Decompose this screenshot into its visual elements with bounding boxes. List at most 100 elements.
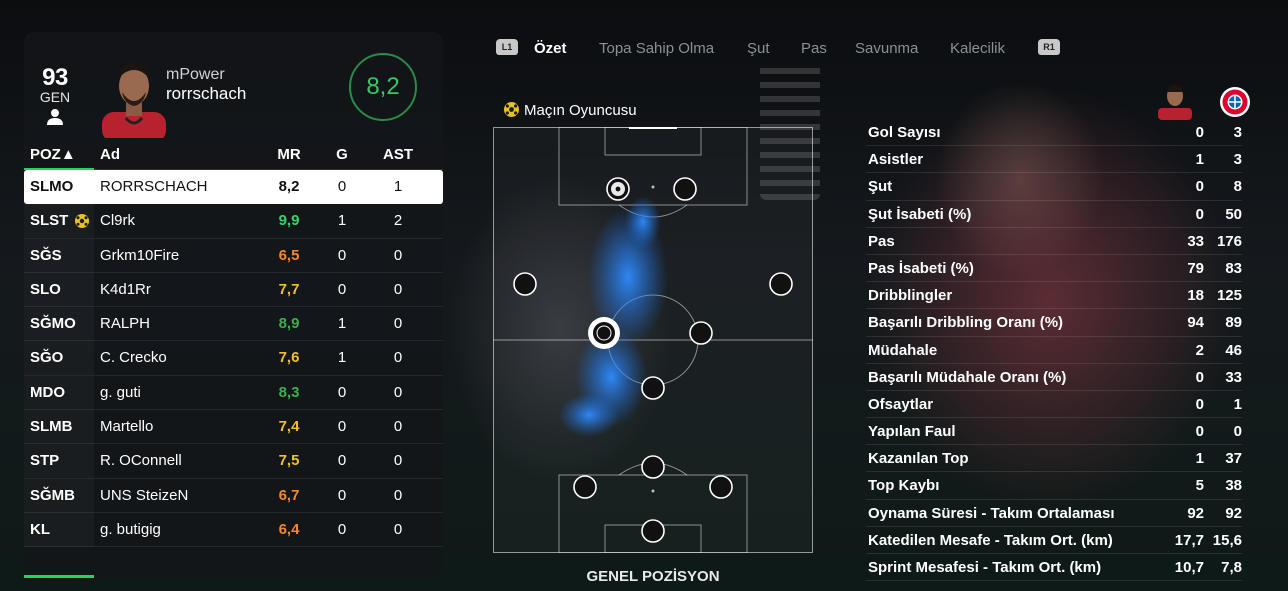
stat-player-value: 92 [1187,504,1204,522]
table-row[interactable]: STP R. OConnell 7,5 0 0 [24,444,443,479]
position-cell: SLMO [30,178,74,195]
stat-label: Şut [868,178,893,196]
match-rating-cell: 7,4 [278,418,300,436]
player-name-cell: RORRSCHACH [100,178,208,195]
player-name-cell: RALPH [100,315,151,333]
stat-team-value: 83 [1225,259,1242,277]
name-column-header[interactable]: Ad [100,142,120,168]
stat-row: Yapılan Faul 0 0 [866,418,1242,446]
player-marker [689,321,713,345]
stat-row: Pas 33 176 [866,228,1242,255]
goals-cell: 0 [337,418,347,436]
goals-cell: 1 [337,349,347,367]
table-row[interactable]: SĞO C. Crecko 7,6 1 0 [24,341,443,376]
match-rating-cell: 6,4 [278,520,300,538]
table-row[interactable]: KL g. butigig 6,4 0 0 [24,513,443,548]
goals-cell: 0 [337,178,347,195]
tab-passing[interactable]: Pas [801,40,827,57]
player-marker [641,519,665,543]
table-row[interactable]: SĞMO RALPH 8,9 1 0 [24,307,443,342]
l1-bumper-icon[interactable]: L1 [496,39,518,55]
motm-ball-icon [75,214,89,229]
stat-team-value: 92 [1225,504,1242,522]
stat-label: Sprint Mesafesi - Takım Ort. (km) [868,559,1102,576]
goals-cell: 0 [337,520,347,538]
table-row[interactable]: SLO K4d1Rr 7,7 0 0 [24,273,443,308]
player-marker [641,455,665,479]
match-rating-value: 8,2 [366,73,400,100]
match-rating-column-header[interactable]: MR [274,142,304,168]
stat-team-value: 46 [1225,341,1242,359]
user-icon [47,109,63,125]
table-row[interactable]: SĞS Grkm10Fire 6,5 0 0 [24,239,443,273]
overall-rating-value: 93 [42,64,68,91]
stat-team-value: 125 [1216,287,1242,305]
tab-shooting[interactable]: Şut [747,40,770,57]
assists-column-header[interactable]: AST [380,142,416,168]
position-cell: SĞMO [30,315,76,333]
match-rating-ring: 8,2 [348,52,418,122]
player-name-cell: C. Crecko [100,349,167,367]
stat-player-value: 0 [1195,395,1204,413]
match-rating-cell: 7,7 [278,280,300,298]
tab-summary[interactable]: Özet [534,40,567,57]
stat-row: Dribblingler 18 125 [866,282,1242,310]
position-cell: SLMB [30,418,73,436]
match-rating-cell: 7,5 [278,452,300,470]
sort-by-position-header[interactable]: POZ▲ [24,142,94,170]
table-row[interactable]: SLST Cl9rk 9,9 1 2 [24,204,443,239]
stat-label: Yapılan Faul [868,423,956,441]
goals-column-header[interactable]: G [332,142,352,168]
stat-label: Gol Sayısı [868,124,941,141]
stat-team-value: 37 [1225,450,1242,468]
stat-row: Başarılı Müdahale Oranı (%) 0 33 [866,364,1242,391]
tab-defending[interactable]: Savunma [855,40,918,57]
player-marker [573,475,597,499]
match-rating-cell: 8,9 [278,315,300,333]
player-name-cell: UNS SteizeN [100,486,189,504]
match-rating-cell: 9,9 [278,212,300,230]
stat-label: Pas [868,232,895,250]
assists-cell: 2 [393,212,403,230]
position-cell: MDO [30,383,65,401]
stat-player-value: 94 [1187,314,1204,332]
position-cell: SLO [30,280,61,298]
stat-player-value: 1 [1195,151,1204,169]
bayern-club-crest-icon [1220,87,1250,117]
player-name-cell: Grkm10Fire [100,246,180,264]
assists-cell: 1 [393,178,403,195]
stat-label: Katedilen Mesafe - Takım Ort. (km) [868,531,1113,549]
stat-row: Pas İsabeti (%) 79 83 [866,255,1242,283]
stat-label: Kazanılan Top [868,450,969,468]
stat-row: Top Kaybı 5 38 [866,472,1242,500]
assists-cell: 0 [393,418,403,436]
table-row[interactable]: SĞMB UNS SteizeN 6,7 0 0 [24,479,443,513]
stat-team-value: 176 [1216,232,1242,250]
assists-cell: 0 [393,520,403,538]
stat-label: Müdahale [868,341,938,359]
stat-label: Asistler [868,151,924,169]
overall-rating-label: GEN [39,89,71,105]
motm-label-text: Maçın Oyuncusu [524,102,637,119]
position-cell: STP [30,452,60,470]
player-card: 93 GEN mPower rorrschach 8,2 [24,32,443,138]
table-row[interactable]: MDO g. guti 8,3 0 0 [24,376,443,411]
match-rating-cell: 6,5 [278,246,300,264]
table-row[interactable]: SLMB Martello 7,4 0 0 [24,410,443,445]
tab-goalkeeping[interactable]: Kalecilik [950,40,1005,57]
goals-cell: 0 [337,383,347,401]
match-stats-list: Gol Sayısı 0 3 Asistler 1 3 Şut 0 8 Şut İsabeti (… [866,119,1242,582]
player-avatar [96,56,172,138]
player-name-cell: Cl9rk [100,212,136,230]
tab-possession[interactable]: Topa Sahip Olma [599,40,714,57]
player-marker [513,272,537,296]
player-marker [641,376,665,400]
goals-cell: 1 [337,315,347,333]
stat-label: Top Kaybı [868,477,940,495]
assists-cell: 0 [393,246,403,264]
r1-bumper-icon[interactable]: R1 [1038,39,1060,55]
assists-cell: 0 [393,486,403,504]
match-rating-cell: 8,3 [278,383,300,401]
table-row[interactable]: SLMO RORRSCHACH 8,2 0 1 [24,170,443,205]
stat-team-value: 38 [1225,477,1242,495]
